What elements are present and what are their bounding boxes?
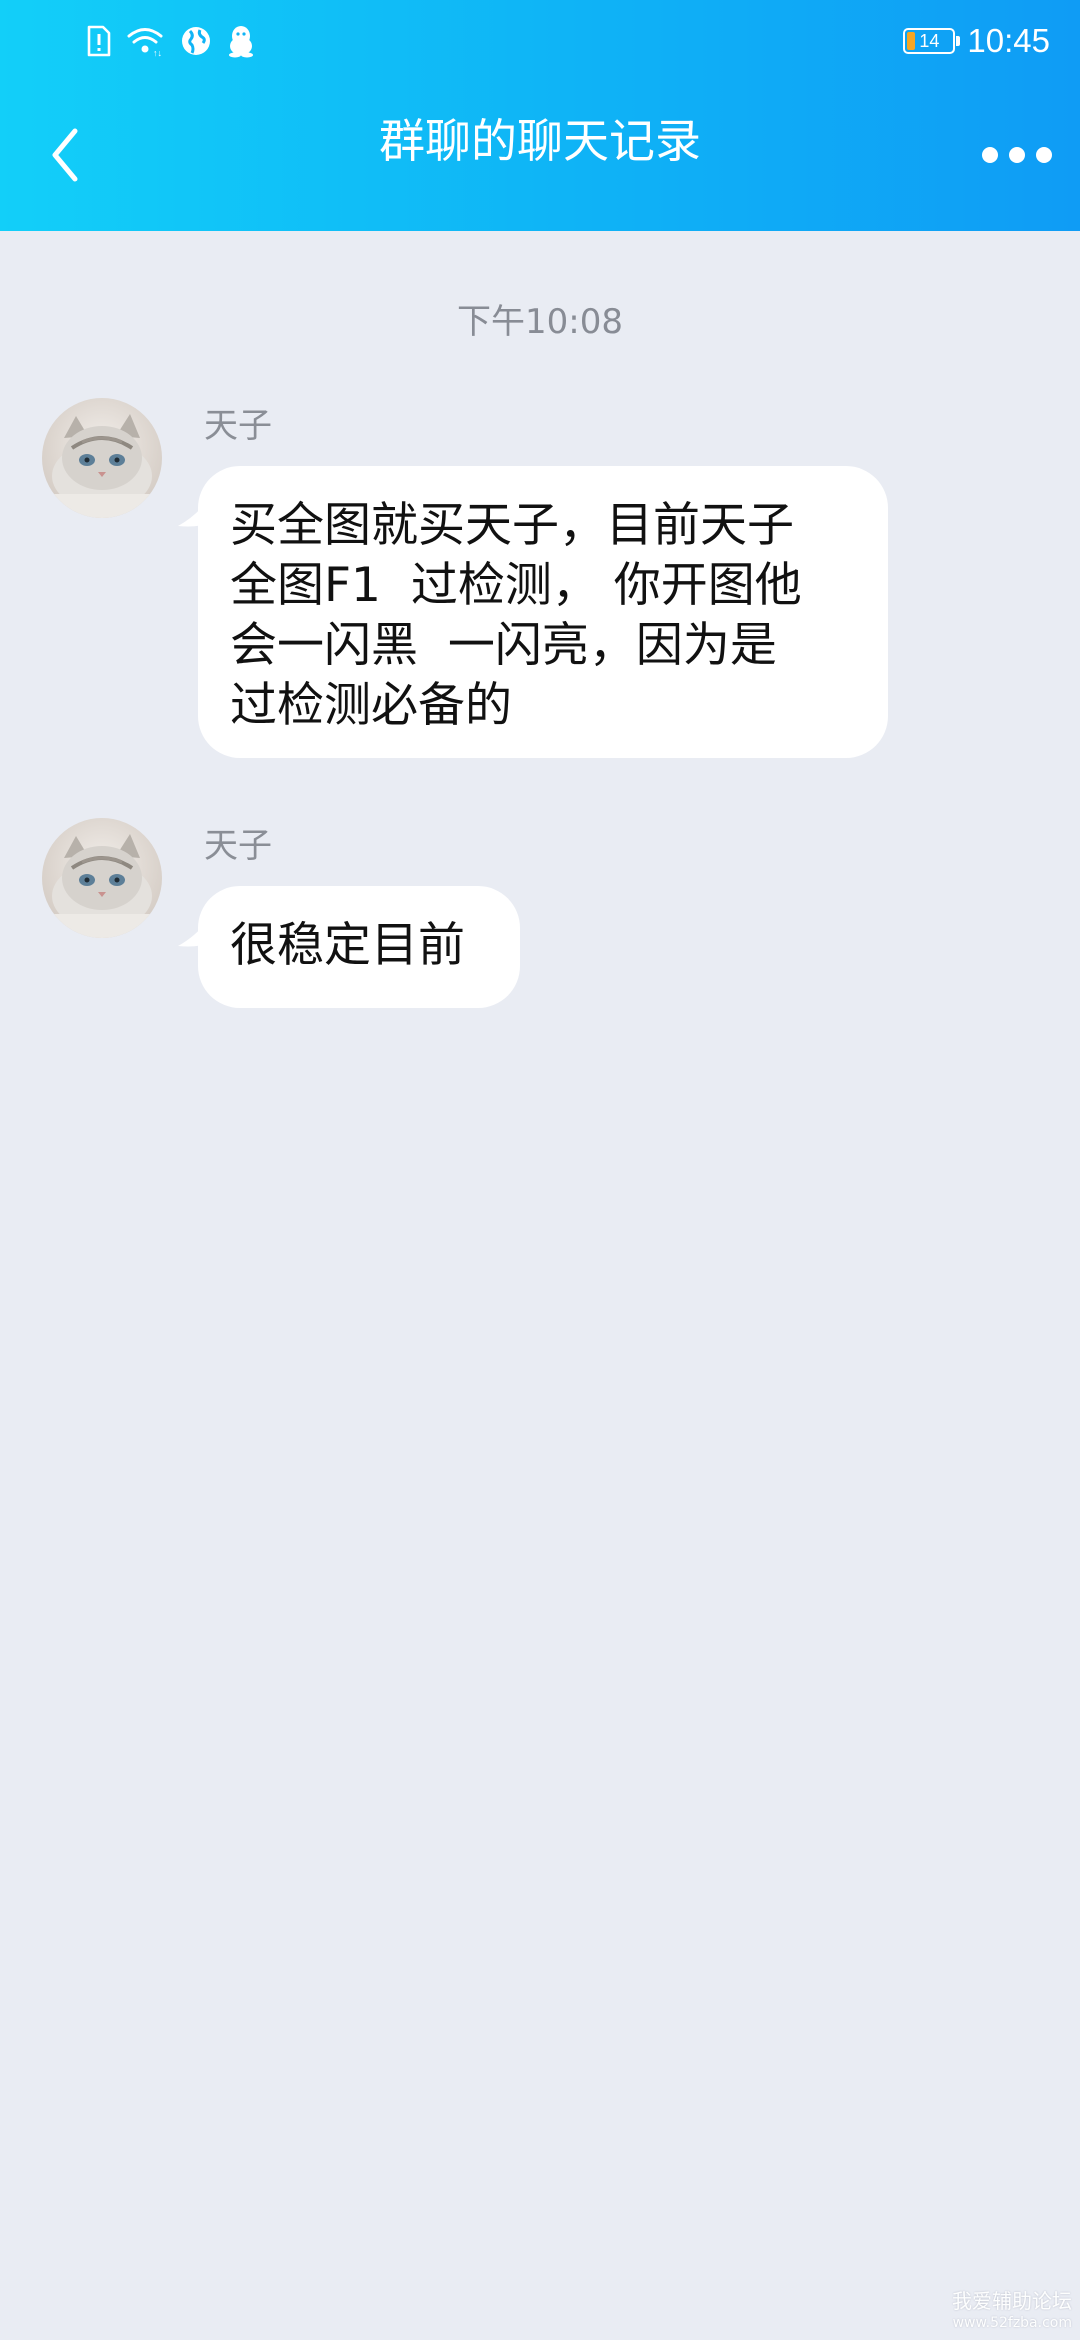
sender-name: 天子 <box>204 826 272 866</box>
qq-penguin-icon <box>226 24 256 58</box>
message-line: 会一闪黑 一闪亮，因为是 <box>230 618 777 673</box>
message-line: 买全图就买天子，目前天子 <box>230 498 794 553</box>
message-bubble[interactable]: 很稳定目前 <box>198 886 520 1008</box>
more-button[interactable] <box>982 140 1052 170</box>
page-title: 群聊的聊天记录 <box>379 114 701 168</box>
cat-avatar-icon <box>42 818 162 938</box>
avatar[interactable] <box>42 398 162 518</box>
globe-icon <box>180 25 212 57</box>
message-line: 全图F1 过检测， 你开图他 <box>230 558 802 613</box>
sim-alert-icon <box>86 25 112 57</box>
more-dots-icon <box>982 147 998 163</box>
battery-level: 14 <box>919 31 940 51</box>
cat-avatar-icon <box>42 398 162 518</box>
more-dot <box>1009 147 1025 163</box>
status-icons: ↑↓ <box>86 20 256 62</box>
watermark: 我爱辅助论坛 www.52fzba.com <box>952 2290 1072 2334</box>
watermark-text: 我爱辅助论坛 <box>952 2289 1072 2313</box>
status-time: 10:45 <box>967 22 1050 59</box>
message-line: 很稳定目前 <box>230 918 465 973</box>
chat-timestamp: 下午10:08 <box>457 302 623 342</box>
svg-text:↑↓: ↑↓ <box>153 48 162 57</box>
message-bubble[interactable]: 买全图就买天子，目前天子 全图F1 过检测， 你开图他 会一闪黑 一闪亮，因为是… <box>198 466 888 758</box>
status-bar: ↑↓ 14 10:45 <box>0 0 1080 84</box>
avatar[interactable] <box>42 818 162 938</box>
message-line: 过检测必备的 <box>230 678 512 733</box>
sender-name: 天子 <box>204 406 272 446</box>
status-right: 14 10:45 <box>903 18 1050 64</box>
more-dot <box>1036 147 1052 163</box>
header-bar: ↑↓ 14 10:45 群聊的聊天记录 <box>0 0 1080 231</box>
battery-icon: 14 <box>903 28 961 54</box>
watermark-url: www.52fzba.com <box>952 2315 1072 2331</box>
wifi-icon: ↑↓ <box>126 25 166 57</box>
